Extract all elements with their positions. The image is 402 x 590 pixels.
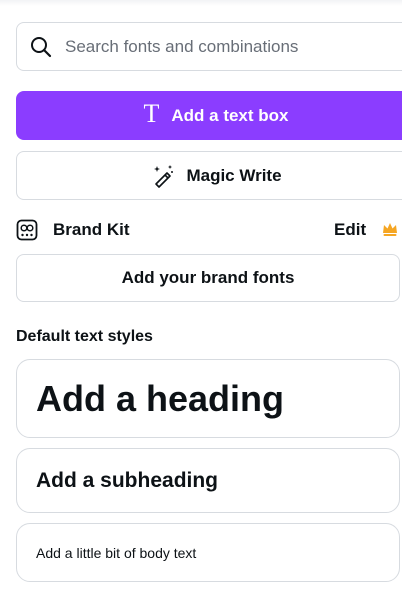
brand-kit-row: Brand Kit Edit xyxy=(16,218,402,242)
add-heading-label: Add a heading xyxy=(36,377,285,419)
text-t-icon: T xyxy=(143,98,160,128)
brand-kit-edit-link[interactable]: Edit xyxy=(334,220,366,240)
add-text-box-button[interactable]: T Add a text box xyxy=(16,91,402,140)
add-text-box-label: Add a text box xyxy=(171,105,289,125)
text-panel: T Add a text box Magic Write xyxy=(0,0,402,590)
add-subheading-label: Add a subheading xyxy=(36,468,219,492)
magic-write-label: Magic Write xyxy=(186,165,282,185)
search-icon xyxy=(30,36,52,58)
brand-kit-icon xyxy=(16,219,38,241)
add-brand-fonts-button[interactable]: Add your brand fonts xyxy=(16,254,400,302)
add-body-text-label: Add a little bit of body text xyxy=(36,544,197,561)
top-shadow xyxy=(0,0,402,6)
crown-icon xyxy=(381,220,399,238)
magic-write-button[interactable]: Magic Write xyxy=(16,151,402,200)
add-heading-card[interactable]: Add a heading xyxy=(16,359,400,438)
brand-kit-label: Brand Kit xyxy=(53,220,130,239)
search-input[interactable] xyxy=(65,36,365,57)
font-search-box[interactable] xyxy=(16,22,402,71)
default-text-styles-heading: Default text styles xyxy=(16,328,153,345)
add-subheading-card[interactable]: Add a subheading xyxy=(16,448,400,513)
add-body-text-card[interactable]: Add a little bit of body text xyxy=(16,523,400,582)
add-brand-fonts-label: Add your brand fonts xyxy=(121,268,295,287)
magic-wand-icon xyxy=(150,163,176,189)
